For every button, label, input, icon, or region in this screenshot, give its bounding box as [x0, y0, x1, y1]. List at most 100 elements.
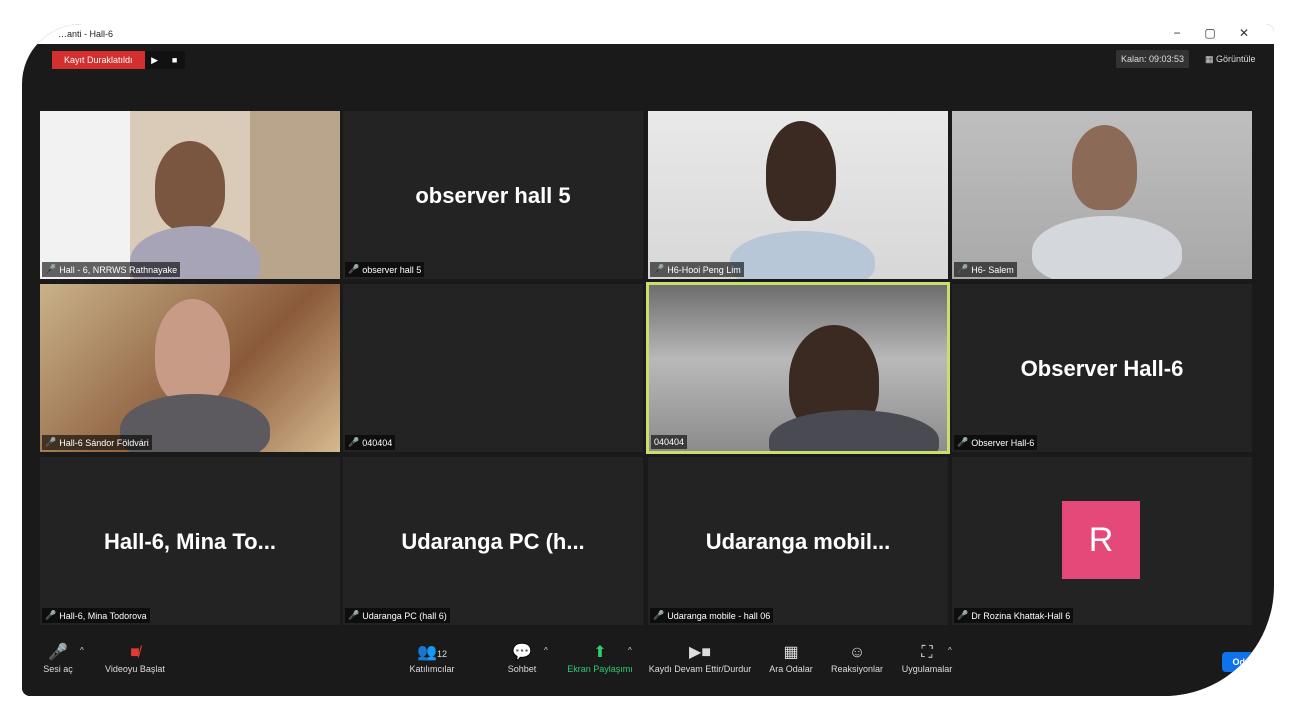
tile-name-label: 🎤 040404: [345, 435, 396, 450]
mic-muted-icon: 🎤: [653, 610, 665, 620]
chevron-up-icon[interactable]: ^: [628, 646, 632, 655]
video-tile[interactable]: observer hall 5 🎤 observer hall 5: [343, 111, 643, 279]
participants-button[interactable]: 👥12 Katılımcılar: [402, 642, 462, 674]
zoom-meeting-window: …anti - Hall-6 − ▢ ✕ Kayıt Duraklatıldı …: [22, 24, 1274, 696]
breakout-rooms-icon: ▦: [783, 644, 799, 661]
video-tile[interactable]: Udaranga PC (h... 🎤 Udaranga PC (hall 6): [343, 457, 643, 625]
mic-muted-icon: 🎤: [45, 437, 57, 447]
chevron-up-icon[interactable]: ^: [948, 646, 952, 655]
participant-name: 040404: [362, 437, 393, 448]
tile-name-label: 🎤 Hall-6, Mina Todorova: [42, 608, 150, 623]
participant-name: Dr Rozina Khattak-Hall 6: [971, 610, 1071, 621]
tile-name-label: 🎤 H6- Salem: [954, 262, 1017, 277]
start-video-button[interactable]: ■̸ Videoyu Başlat: [98, 642, 172, 674]
participant-video: [769, 410, 939, 451]
play-stop-icon: ▶■: [689, 644, 711, 661]
chat-label: Sohbet: [507, 664, 537, 674]
participant-video: [155, 141, 225, 231]
participant-name: H6-Hooi Peng Lim: [667, 264, 741, 275]
participant-video: [766, 121, 836, 221]
participant-video: [1032, 216, 1182, 279]
reactions-button[interactable]: ☺ Reaksiyonlar: [826, 642, 888, 674]
participants-icon: 👥12: [417, 644, 447, 661]
tile-name-label: 🎤 Udaranga mobile - hall 06: [650, 608, 774, 623]
participant-name: 040404: [654, 437, 685, 447]
participant-name: Udaranga PC (hall 6): [362, 610, 447, 621]
video-tile[interactable]: Hall-6, Mina To... 🎤 Hall-6, Mina Todorov…: [40, 457, 340, 625]
video-tile[interactable]: 🎤 Hall - 6, NRRWS Rathnayake: [40, 111, 340, 279]
view-button[interactable]: ▦ Görüntüle: [1202, 50, 1259, 69]
mic-muted-icon: 🎤: [348, 437, 360, 447]
share-screen-label: Ekran Paylaşımı: [567, 664, 633, 674]
time-remaining: Kalan: 09:03:53: [1116, 50, 1190, 68]
recording-status: Kayıt Duraklatıldı: [52, 51, 145, 69]
participant-name: Hall - 6, NRRWS Rathnayake: [59, 264, 178, 275]
screenshot-frame: …anti - Hall-6 − ▢ ✕ Kayıt Duraklatıldı …: [0, 0, 1298, 711]
minimize-button[interactable]: −: [1167, 26, 1187, 40]
participant-name: Observer Hall-6: [971, 437, 1035, 448]
mic-muted-icon: 🎤: [45, 264, 57, 274]
video-tile[interactable]: 🎤 Hall-6 Sándor Földvári: [40, 284, 340, 452]
resume-recording-button[interactable]: ▶: [144, 51, 165, 69]
share-screen-button[interactable]: ⬆ Ekran Paylaşımı: [562, 642, 638, 674]
video-tile[interactable]: 🎤 H6-Hooi Peng Lim: [648, 111, 948, 279]
tile-name-label: 🎤 Observer Hall-6: [954, 435, 1038, 450]
video-tile[interactable]: Udaranga mobil... 🎤 Udaranga mobile - hal…: [648, 457, 948, 625]
tile-name-label: 040404: [651, 435, 688, 449]
participant-display-name: Observer Hall-6: [1020, 356, 1184, 381]
unmute-label: Sesi aç: [43, 664, 73, 674]
tile-name-label: 🎤 H6-Hooi Peng Lim: [650, 262, 744, 277]
end-meeting-button[interactable]: Oda: [1222, 652, 1260, 672]
recording-bar: Kayıt Duraklatıldı ▶ ■: [52, 51, 185, 69]
video-off-icon: ■̸: [130, 644, 140, 661]
close-button[interactable]: ✕: [1234, 26, 1254, 40]
video-tile[interactable]: 🎤 H6- Salem: [952, 111, 1252, 279]
video-tile[interactable]: Observer Hall-6 🎤 Observer Hall-6: [952, 284, 1252, 452]
participant-display-name: observer hall 5: [415, 183, 571, 208]
stop-recording-button[interactable]: ■: [164, 51, 185, 69]
record-label: Kaydı Devam Ettir/Durdur: [648, 664, 752, 674]
chat-icon: 💬: [512, 644, 532, 661]
window-title: …anti - Hall-6: [58, 29, 114, 39]
video-tile[interactable]: R 🎤 Dr Rozina Khattak-Hall 6: [952, 457, 1252, 625]
chevron-up-icon[interactable]: ^: [544, 646, 548, 655]
video-tile[interactable]: 🎤 040404: [343, 284, 643, 452]
mic-muted-icon: 🎤: [45, 610, 57, 620]
participant-name: Hall-6 Sándor Földvári: [59, 437, 149, 448]
tile-name-label: 🎤 observer hall 5: [345, 262, 425, 277]
mic-muted-icon: 🎤: [348, 610, 360, 620]
mic-muted-icon: 🎤: [957, 264, 969, 274]
participant-video: [730, 231, 875, 279]
participant-display-name: Hall-6, Mina To...: [104, 529, 276, 554]
participant-name: Hall-6, Mina Todorova: [59, 610, 147, 621]
meeting-toolbar: 🎤 Sesi aç ^ ■̸ Videoyu Başlat 👥12 Katılı…: [22, 634, 1274, 696]
mic-muted-icon: 🎤: [48, 644, 68, 661]
chevron-up-icon[interactable]: ^: [80, 646, 84, 655]
smile-icon: ☺: [848, 644, 866, 661]
breakout-rooms-label: Ara Odalar: [769, 664, 813, 674]
chat-button[interactable]: 💬 Sohbet: [502, 642, 542, 674]
restore-button[interactable]: ▢: [1200, 26, 1220, 40]
share-screen-icon: ⬆: [593, 644, 607, 661]
tile-name-label: 🎤 Dr Rozina Khattak-Hall 6: [954, 608, 1074, 623]
participant-video: [155, 299, 230, 404]
breakout-rooms-button[interactable]: ▦ Ara Odalar: [764, 642, 818, 674]
active-speaker-tile[interactable]: 040404: [646, 282, 950, 454]
mic-muted-icon: 🎤: [653, 264, 665, 274]
title-bar: …anti - Hall-6 − ▢ ✕: [22, 24, 1274, 44]
reactions-label: Reaksiyonlar: [830, 664, 884, 674]
unmute-button[interactable]: 🎤 Sesi aç: [40, 642, 76, 674]
tile-name-label: 🎤 Udaranga PC (hall 6): [345, 608, 450, 623]
start-video-label: Videoyu Başlat: [105, 664, 165, 674]
participant-display-name: Udaranga PC (h...: [401, 529, 585, 554]
tile-name-label: 🎤 Hall-6 Sándor Földvári: [42, 435, 152, 450]
participant-name: observer hall 5: [362, 264, 422, 275]
participant-display-name: Udaranga mobil...: [705, 529, 891, 554]
grid-icon: ▦: [1205, 54, 1217, 64]
mic-muted-icon: 🎤: [957, 437, 969, 447]
participant-name: Udaranga mobile - hall 06: [667, 610, 771, 621]
apps-label: Uygulamalar: [901, 664, 953, 674]
record-button[interactable]: ▶■ Kaydı Devam Ettir/Durdur: [638, 642, 762, 674]
mic-muted-icon: 🎤: [348, 264, 360, 274]
avatar: R: [1062, 501, 1140, 579]
